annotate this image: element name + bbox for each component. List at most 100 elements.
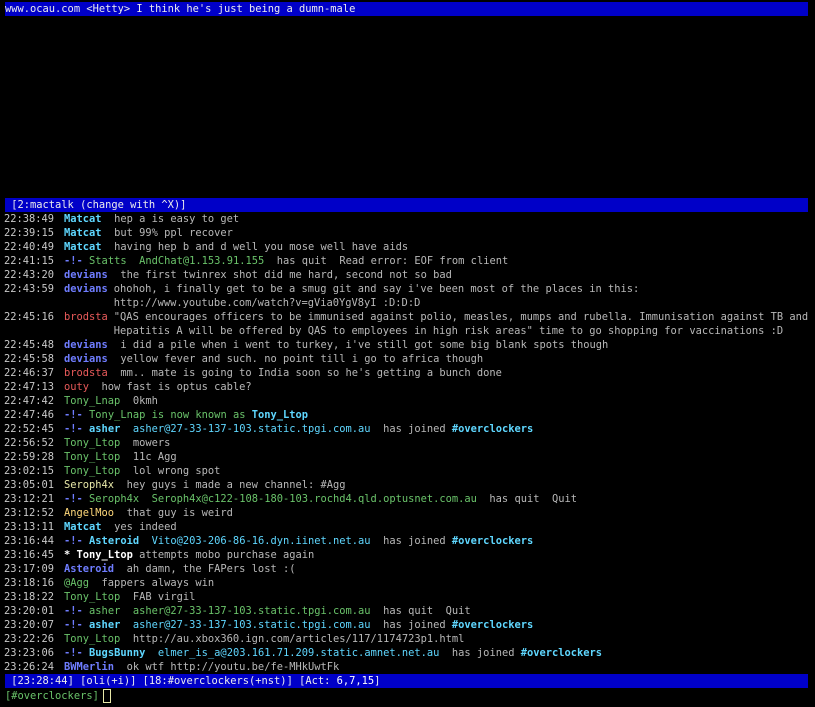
timestamp: 22:45:58 xyxy=(4,353,55,365)
nick: Tony_Ltop xyxy=(64,633,121,645)
nick: BWMerlin xyxy=(64,661,115,673)
event-verb: is now known as xyxy=(151,409,246,421)
message-text: having hep b and d well you mose well ha… xyxy=(114,241,409,253)
message-text: lol wrong spot xyxy=(132,465,221,477)
message-text: hep a is easy to get xyxy=(114,213,240,225)
chat-line: 22:43:20 devians the first twinrex shot d… xyxy=(4,268,812,282)
nick: Matcat xyxy=(64,241,102,253)
message-text: how fast is optus cable? xyxy=(101,381,252,393)
message-text: hey guys i made a new channel: #Agg xyxy=(126,479,346,491)
event-arrow: -!- xyxy=(64,647,83,659)
message-text: fappers always win xyxy=(101,577,215,589)
timestamp: 22:40:49 xyxy=(4,241,55,253)
timestamp: 23:22:26 xyxy=(4,633,55,645)
timestamp: 23:23:06 xyxy=(4,647,55,659)
message-text: yellow fever and such. no point till i g… xyxy=(120,353,484,365)
chat-line: 23:22:26 Tony_Ltop http://au.xbox360.ign.… xyxy=(4,632,812,646)
message-text: mowers xyxy=(132,437,171,449)
window-bar: [2:mactalk (change with ^X)] xyxy=(5,198,808,212)
message-text: 11c Agg xyxy=(132,451,177,463)
chat-line: 22:45:58 devians yellow fever and such. n… xyxy=(4,352,812,366)
chat-line: 23:16:44 -!- Asteroid Vito@203-206-86-16.… xyxy=(4,534,812,548)
chat-line: 23:17:09 Asteroid ah damn, the FAPers los… xyxy=(4,562,812,576)
message-text: ah damn, the FAPers lost :( xyxy=(126,563,296,575)
timestamp: 23:18:22 xyxy=(4,591,55,603)
nick: Seroph4x xyxy=(89,493,140,505)
quit-reason: Quit xyxy=(551,493,578,505)
nick: asher xyxy=(89,423,121,435)
nick: Tony_Lnap xyxy=(89,409,146,421)
chat-line: 23:23:06 -!- BugsBunny elmer_is_a@203.161… xyxy=(4,646,812,660)
chat-line: 23:13:11 Matcat yes indeed xyxy=(4,520,812,534)
nick: Seroph4x xyxy=(64,479,115,491)
nick: brodsta xyxy=(64,311,108,323)
chat-line: 22:45:48 devians i did a pile when i went… xyxy=(4,338,812,352)
nick: Matcat xyxy=(64,521,102,533)
status-window: 18:#overclockers(+nst) xyxy=(148,675,287,687)
message-text: http://au.xbox360.ign.com/articles/117/1… xyxy=(132,633,465,645)
timestamp: 22:47:46 xyxy=(4,409,55,421)
chat-line: 22:47:42 Tony_Lnap 0kmh xyxy=(4,394,812,408)
timestamp: 23:18:16 xyxy=(4,577,55,589)
chat-line: 22:38:49 Matcat hep a is easy to get xyxy=(4,212,812,226)
action-star: * xyxy=(64,549,71,561)
timestamp: 23:13:11 xyxy=(4,521,55,533)
nick: Matcat xyxy=(64,213,102,225)
event-verb: has joined xyxy=(383,619,446,631)
timestamp: 22:45:48 xyxy=(4,339,55,351)
chat-line: 22:39:15 Matcat but 99% ppl recover xyxy=(4,226,812,240)
event-verb: has joined xyxy=(383,423,446,435)
timestamp: 22:47:42 xyxy=(4,395,55,407)
nick: Asteroid xyxy=(89,535,140,547)
chat-line: 22:52:45 -!- asher asher@27-33-137-103.st… xyxy=(4,422,812,436)
hostmask: asher@27-33-137-103.static.tpgi.com.au xyxy=(132,423,371,435)
event-arrow: -!- xyxy=(64,619,83,631)
window-bar-text: [2:mactalk (change with ^X)] xyxy=(5,199,187,211)
nick: Tony_Lnap xyxy=(64,395,121,407)
message-text: 0kmh xyxy=(132,395,158,407)
chat-line: 22:47:13 outy how fast is optus cable? xyxy=(4,380,812,394)
chat-line: 22:41:15 -!- Statts AndChat@1.153.91.155 … xyxy=(4,254,812,268)
new-nick: Tony_Ltop xyxy=(251,409,309,421)
timestamp: 22:46:37 xyxy=(4,367,55,379)
timestamp: 22:59:28 xyxy=(4,451,55,463)
action-text: attempts mobo purchase again xyxy=(139,549,315,561)
status-bar: [23:28:44] [oli(+i)] [18:#overclockers(+… xyxy=(5,674,808,688)
nick: Asteroid xyxy=(64,563,115,575)
message-text: ok wtf http://youtu.be/fe-MHkUwtFk xyxy=(126,661,340,673)
chat-line: 23:20:01 -!- asher asher@27-33-137-103.st… xyxy=(4,604,812,618)
chat-line: 23:26:24 BWMerlin ok wtf http://youtu.be/… xyxy=(4,660,812,674)
event-verb: has quit xyxy=(489,493,540,505)
timestamp: 23:26:24 xyxy=(4,661,55,673)
nick: Statts xyxy=(89,255,127,267)
message-text: ohohoh, i finally get to be a smug git a… xyxy=(113,283,640,309)
timestamp: 22:43:20 xyxy=(4,269,55,281)
status-user: oli(+i) xyxy=(86,675,131,687)
chat-line: 23:18:16 @Agg fappers always win xyxy=(4,576,812,590)
timestamp: 23:20:01 xyxy=(4,605,55,617)
timestamp: 23:17:09 xyxy=(4,563,55,575)
event-arrow: -!- xyxy=(64,493,83,505)
nick: Matcat xyxy=(64,227,102,239)
chat-line: 23:02:15 Tony_Ltop lol wrong spot xyxy=(4,464,812,478)
nick: Tony_Ltop xyxy=(76,549,133,561)
text-cursor xyxy=(102,689,111,703)
timestamp: 23:12:21 xyxy=(4,493,55,505)
timestamp: 23:20:07 xyxy=(4,619,55,631)
hostmask: asher@27-33-137-103.static.tpgi.com.au xyxy=(132,619,371,631)
event-arrow: -!- xyxy=(64,535,83,547)
timestamp: 23:02:15 xyxy=(4,465,55,477)
message-text: that guy is weird xyxy=(126,507,233,519)
input-line[interactable]: [#overclockers] xyxy=(5,689,111,703)
event-verb: has joined xyxy=(383,535,446,547)
nick: asher xyxy=(89,605,121,617)
timestamp: 23:16:44 xyxy=(4,535,55,547)
status-time: 23:28:44 xyxy=(17,675,68,687)
message-text: mm.. mate is going to India soon so he's… xyxy=(120,367,502,379)
chat-line: 23:05:01 Seroph4x hey guys i made a new c… xyxy=(4,478,812,492)
chat-line: 22:46:37 brodsta mm.. mate is going to In… xyxy=(4,366,812,380)
timestamp: 22:47:13 xyxy=(4,381,55,393)
message-text: but 99% ppl recover xyxy=(114,227,233,239)
channel-name: #overclockers xyxy=(520,647,603,659)
timestamp: 22:39:15 xyxy=(4,227,55,239)
